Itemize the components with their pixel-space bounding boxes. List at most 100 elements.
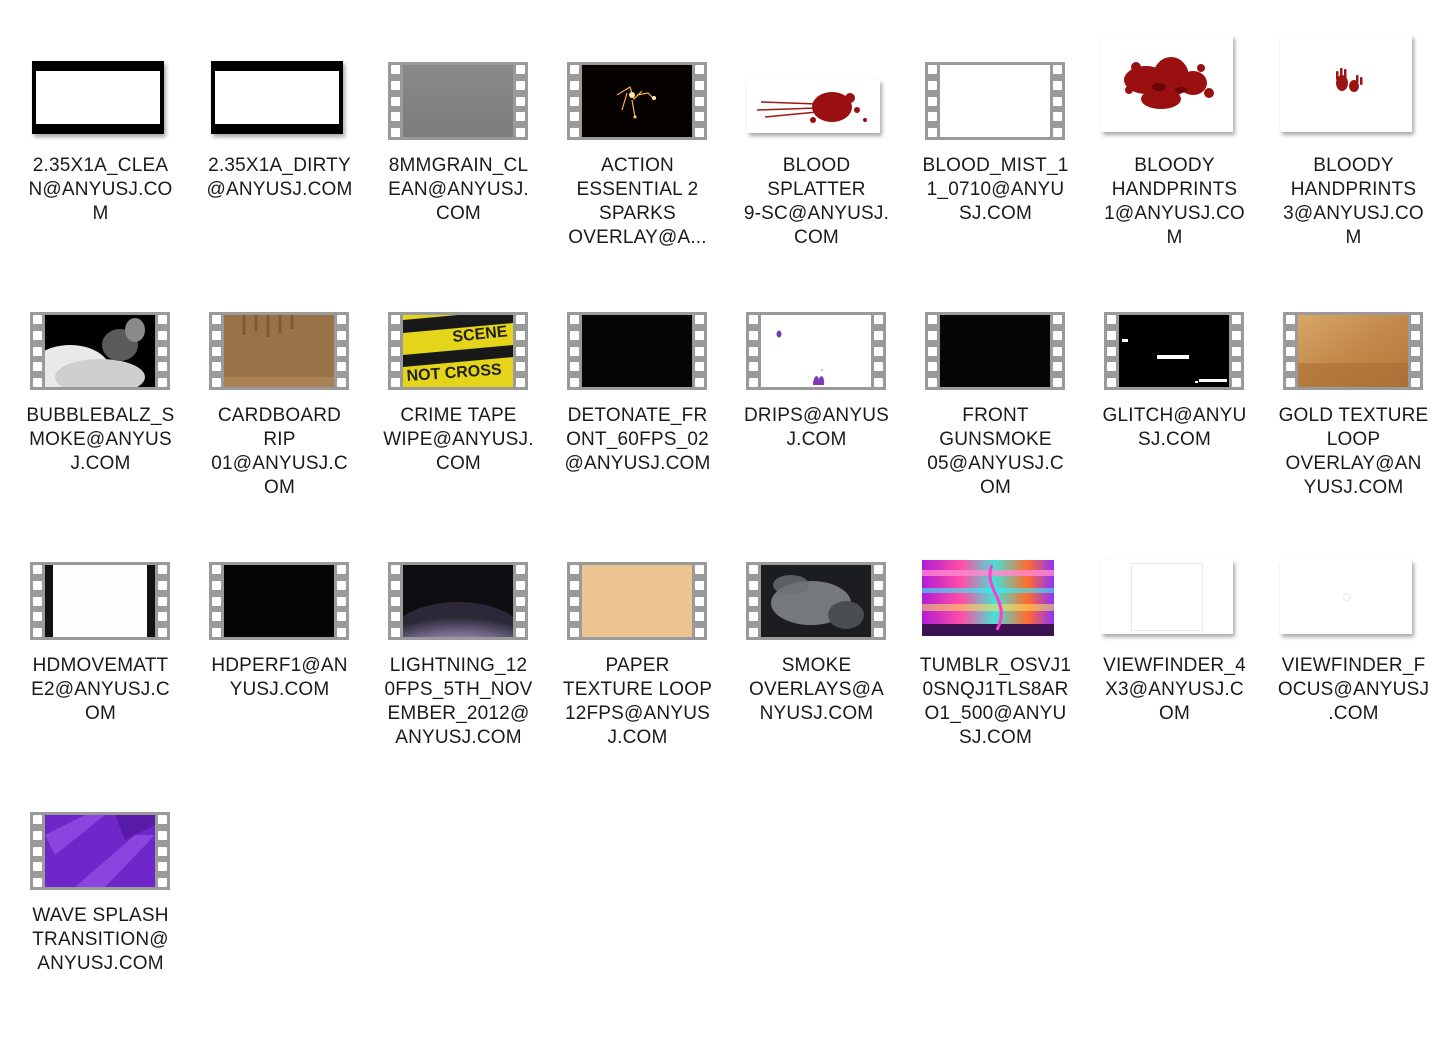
file-name-line: COM: [794, 227, 839, 248]
file-name-line: BLOODY: [1134, 155, 1215, 176]
thumbnail: [727, 312, 906, 414]
file-name-line: J.COM: [607, 727, 668, 748]
file-item[interactable]: GLITCH@ANYU SJ.COM: [1085, 312, 1264, 552]
thumbnail: [369, 562, 548, 664]
file-name-line: DETONATE_FR: [567, 405, 708, 426]
file-name-label: DRIPS@ANYUS J.COM: [727, 404, 906, 452]
file-name-line: BLOODY: [1313, 155, 1394, 176]
file-item[interactable]: SCENE NOT CROSS CRIME TAPE WIPE@ANYUSJ. COM: [369, 312, 548, 552]
file-name-line: WAVE SPLASH: [32, 905, 169, 926]
file-name-line: @ANYUSJ.COM: [564, 453, 711, 474]
file-item[interactable]: 2.35X1A_CLEA N@ANYUSJ.CO M: [11, 61, 190, 302]
video-thumbnail-icon: [209, 312, 349, 390]
file-name-line: 1@ANYUSJ.CO: [1104, 203, 1245, 224]
file-item[interactable]: BLOOD SPLATTER 9-SC@ANYUSJ. COM: [727, 62, 906, 302]
file-name-line: ACTION: [601, 155, 674, 176]
file-name-line: VIEWFINDER_4: [1103, 655, 1246, 676]
file-item[interactable]: GOLD TEXTURE LOOP OVERLAY@AN YUSJ.COM: [1264, 312, 1443, 552]
video-thumbnail-icon: [30, 812, 170, 890]
file-item[interactable]: ACTION ESSENTIAL 2 SPARKS OVERLAY@A...: [548, 62, 727, 302]
thumbnail: [727, 562, 906, 664]
file-item[interactable]: DETONATE_FR ONT_60FPS_02 @ANYUSJ.COM: [548, 312, 727, 552]
file-name-label: GLITCH@ANYU SJ.COM: [1085, 404, 1264, 452]
file-name-line: HDMOVEMATT: [32, 655, 169, 676]
file-name-line: X3@ANYUSJ.C: [1105, 679, 1244, 700]
file-name-label: CARDBOARD RIP 01@ANYUSJ.C OM: [190, 404, 369, 500]
file-name-label: VIEWFINDER_F OCUS@ANYUSJ .COM: [1264, 654, 1443, 726]
file-item[interactable]: VIEWFINDER_F OCUS@ANYUSJ .COM: [1264, 560, 1443, 802]
thumbnail: [369, 62, 548, 164]
file-name-line: COM: [436, 203, 481, 224]
video-thumbnail-icon: [1283, 312, 1423, 390]
file-name-label: 2.35X1A_DIRTY @ANYUSJ.COM: [190, 154, 369, 202]
file-name-line: J.COM: [70, 453, 131, 474]
file-name-line: GOLD TEXTURE: [1278, 405, 1429, 426]
file-item[interactable]: LIGHTNING_12 0FPS_5TH_NOV EMBER_2012@ ANYUS…: [369, 562, 548, 802]
file-name-label: BLOOD_MIST_1 1_0710@ANYU SJ.COM: [906, 154, 1085, 226]
video-thumbnail-icon: [30, 562, 170, 640]
file-name-line: 2.35X1A_CLEA: [32, 155, 169, 176]
file-name-line: M: [1345, 227, 1362, 248]
file-name-line: BUBBLEBALZ_S: [26, 405, 175, 426]
file-name-line: OVERLAY@AN: [1285, 453, 1422, 474]
file-name-line: HANDPRINTS: [1111, 179, 1238, 200]
file-item[interactable]: PAPER TEXTURE LOOP 12FPS@ANYUS J.COM: [548, 562, 727, 802]
file-item[interactable]: BLOODY HANDPRINTS 1@ANYUSJ.CO M: [1085, 35, 1264, 302]
file-item[interactable]: BLOODY HANDPRINTS 3@ANYUSJ.CO M: [1264, 35, 1443, 302]
thumbnail: [1085, 560, 1264, 664]
file-name-line: CARDBOARD: [217, 405, 342, 426]
file-name-line: 05@ANYUSJ.C: [927, 453, 1064, 474]
file-item[interactable]: DRIPS@ANYUS J.COM: [727, 312, 906, 552]
file-name-label: ACTION ESSENTIAL 2 SPARKS OVERLAY@A...: [548, 154, 727, 250]
file-item[interactable]: SMOKE OVERLAYS@A NYUSJ.COM: [727, 562, 906, 802]
file-name-line: ANYUSJ.COM: [37, 953, 164, 974]
file-name-line: N@ANYUSJ.CO: [28, 179, 173, 200]
file-name-label: 8MMGRAIN_CL EAN@ANYUSJ. COM: [369, 154, 548, 226]
thumbnail: [727, 62, 906, 164]
file-name-line: WIPE@ANYUSJ.: [383, 429, 534, 450]
file-name-line: J.COM: [786, 429, 847, 450]
file-item[interactable]: HDMOVEMATT E2@ANYUSJ.C OM: [11, 562, 190, 802]
file-item[interactable]: CARDBOARD RIP 01@ANYUSJ.C OM: [190, 312, 369, 552]
file-item[interactable]: BUBBLEBALZ_S MOKE@ANYUS J.COM: [11, 312, 190, 552]
file-name-line: M: [92, 203, 109, 224]
thumbnail: [11, 812, 190, 914]
video-thumbnail-icon: [567, 562, 707, 640]
file-item[interactable]: 2.35X1A_DIRTY @ANYUSJ.COM: [190, 61, 369, 302]
video-thumbnail-icon: SCENE NOT CROSS: [388, 312, 528, 390]
thumbnail: [906, 62, 1085, 164]
file-name-line: 3@ANYUSJ.CO: [1283, 203, 1424, 224]
video-thumbnail-icon: [746, 562, 886, 640]
video-thumbnail-icon: [1104, 312, 1244, 390]
video-thumbnail-icon: [211, 61, 343, 134]
file-item[interactable]: TUMBLR_OSVJ1 0SNQJ1TLS8AR O1_500@ANYU SJ.CO…: [906, 560, 1085, 802]
file-item[interactable]: HDPERF1@AN YUSJ.COM: [190, 562, 369, 802]
file-name-line: YUSJ.COM: [1303, 477, 1404, 498]
video-thumbnail-icon: [32, 61, 164, 134]
file-name-line: OCUS@ANYUSJ: [1277, 679, 1430, 700]
file-grid: 2.35X1A_CLEA N@ANYUSJ.CO M 2.35X1A_DIRTY @AN…: [0, 0, 1445, 1018]
file-name-line: YUSJ.COM: [229, 679, 330, 700]
video-thumbnail-icon: [209, 562, 349, 640]
image-thumbnail-icon: [1101, 35, 1233, 132]
file-name-label: 2.35X1A_CLEA N@ANYUSJ.CO M: [11, 154, 190, 226]
thumbnail: [548, 562, 727, 664]
file-name-line: FRONT: [962, 405, 1029, 426]
file-item[interactable]: WAVE SPLASH TRANSITION@ ANYUSJ.COM: [11, 812, 190, 1052]
file-name-line: SJ.COM: [959, 203, 1032, 224]
file-name-line: RIP: [263, 429, 296, 450]
video-thumbnail-icon: [567, 62, 707, 140]
thumbnail: SCENE NOT CROSS: [369, 312, 548, 414]
file-item[interactable]: 8MMGRAIN_CL EAN@ANYUSJ. COM: [369, 62, 548, 302]
file-name-label: GOLD TEXTURE LOOP OVERLAY@AN YUSJ.COM: [1264, 404, 1443, 500]
file-name-line: TRANSITION@: [32, 929, 169, 950]
file-name-line: NYUSJ.COM: [759, 703, 874, 724]
video-thumbnail-icon: [567, 312, 707, 390]
file-item[interactable]: VIEWFINDER_4 X3@ANYUSJ.C OM: [1085, 560, 1264, 802]
file-name-line: TUMBLR_OSVJ1: [919, 655, 1072, 676]
file-name-line: COM: [436, 453, 481, 474]
file-item[interactable]: BLOOD_MIST_1 1_0710@ANYU SJ.COM: [906, 62, 1085, 302]
file-name-label: HDMOVEMATT E2@ANYUSJ.C OM: [11, 654, 190, 726]
file-name-line: GUNSMOKE: [939, 429, 1052, 450]
file-item[interactable]: FRONT GUNSMOKE 05@ANYUSJ.C OM: [906, 312, 1085, 552]
